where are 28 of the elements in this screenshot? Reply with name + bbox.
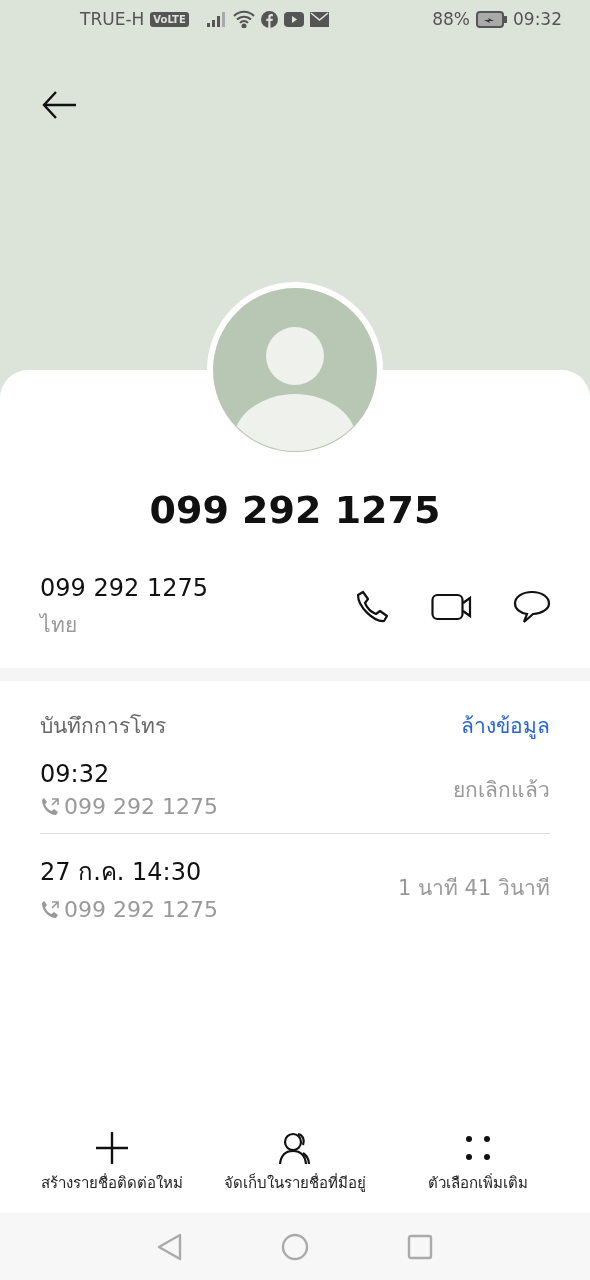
call-number: 099 292 1275 bbox=[64, 897, 218, 922]
video-play-icon bbox=[283, 11, 304, 27]
phone-number: 099 292 1275 bbox=[40, 573, 209, 602]
facebook-icon bbox=[260, 10, 278, 28]
contact-title: 099 292 1275 bbox=[148, 488, 442, 532]
action-button[interactable]: ตัวเลือกเพิ่มเติม bbox=[386, 1131, 570, 1195]
outgoing-call-icon bbox=[40, 899, 60, 920]
call-detail: ยกเลิกแล้ว bbox=[453, 777, 550, 804]
call-detail: 1 นาที 41 วินาที bbox=[397, 874, 550, 902]
call-log-title: บันทึกการโทร bbox=[40, 713, 166, 740]
action-button[interactable]: จัดเก็บในรายชื่อที่มีอยู่ bbox=[203, 1131, 387, 1195]
wifi-icon bbox=[232, 10, 255, 28]
signal-icon bbox=[206, 11, 227, 27]
volte-badge: VoLTE bbox=[150, 11, 189, 27]
plus-icon bbox=[94, 1131, 129, 1165]
number-label: ไทย bbox=[40, 611, 78, 639]
call-number: 099 292 1275 bbox=[64, 794, 218, 819]
clear-link[interactable]: ล้างข้อมูล bbox=[461, 709, 550, 742]
outgoing-call-icon bbox=[40, 796, 60, 817]
person-icon bbox=[278, 1131, 312, 1165]
call-time: 27 ก.ค. 14:30 bbox=[40, 857, 203, 888]
battery-icon bbox=[476, 10, 507, 28]
carrier-name: TRUE-H bbox=[80, 9, 145, 29]
clock: 09:32 bbox=[513, 9, 562, 29]
mail-icon bbox=[309, 11, 329, 27]
action-button[interactable]: สร้างรายชื่อติดต่อใหม่ bbox=[20, 1131, 204, 1195]
call-time: 09:32 bbox=[40, 760, 111, 788]
battery-percent: 88% bbox=[432, 9, 470, 29]
